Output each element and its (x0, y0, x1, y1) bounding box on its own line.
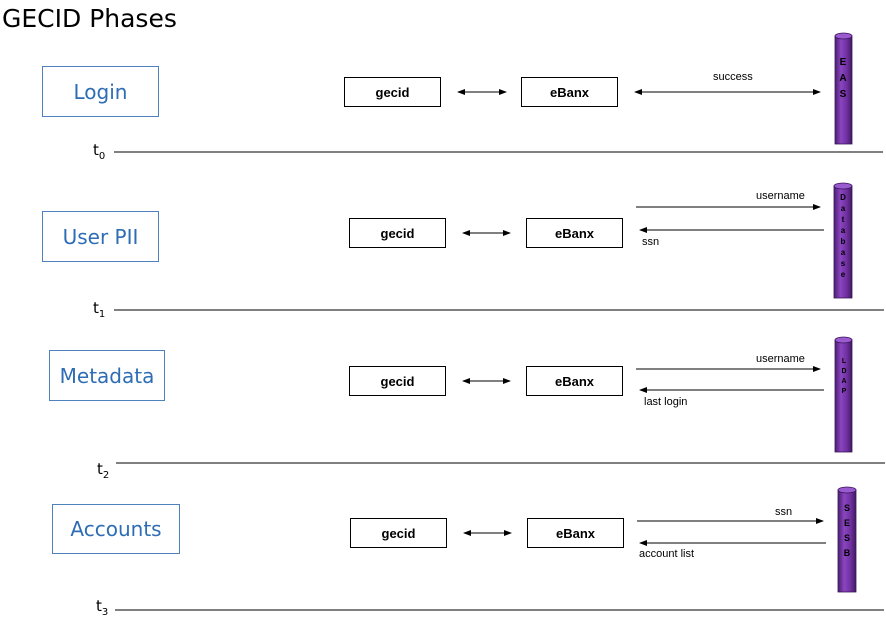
ebanx-node: eBanx (526, 218, 623, 248)
gecid-node: gecid (344, 77, 441, 107)
system-label-ldap: LDAP (841, 358, 847, 395)
phase-label-login: Login (42, 66, 159, 117)
ebanx-node: eBanx (527, 518, 624, 548)
system-letter: E (839, 57, 847, 68)
gecid-node: gecid (349, 366, 446, 396)
message-label: ssn (642, 236, 660, 248)
phase-label-user-pii: User PII (42, 211, 159, 262)
time-marker-t3: t3 (96, 597, 109, 618)
gecid-node: gecid (349, 218, 446, 248)
ebanx-node: eBanx (521, 77, 618, 107)
time-marker-t0: t0 (93, 141, 106, 162)
system-label-sesb: SESB (843, 503, 851, 558)
time-marker-t1: t1 (93, 299, 106, 320)
message-label: last login (644, 396, 688, 408)
system-label-database: Database (840, 193, 846, 279)
message-label: username (756, 190, 805, 202)
message-label: ssn (775, 506, 793, 518)
ebanx-node: eBanx (526, 366, 623, 396)
message-label: success (713, 71, 753, 83)
gecid-node: gecid (350, 518, 447, 548)
phase-label-accounts: Accounts (52, 504, 180, 554)
message-label: account list (639, 548, 695, 560)
message-label: username (756, 353, 805, 365)
system-letter: A (839, 73, 847, 84)
system-label-eas: E A S (836, 58, 850, 100)
diagram-title: GECID Phases (2, 4, 177, 33)
phase-label-metadata: Metadata (49, 350, 165, 401)
system-letter: S (839, 89, 847, 100)
time-marker-t2: t2 (97, 460, 110, 481)
